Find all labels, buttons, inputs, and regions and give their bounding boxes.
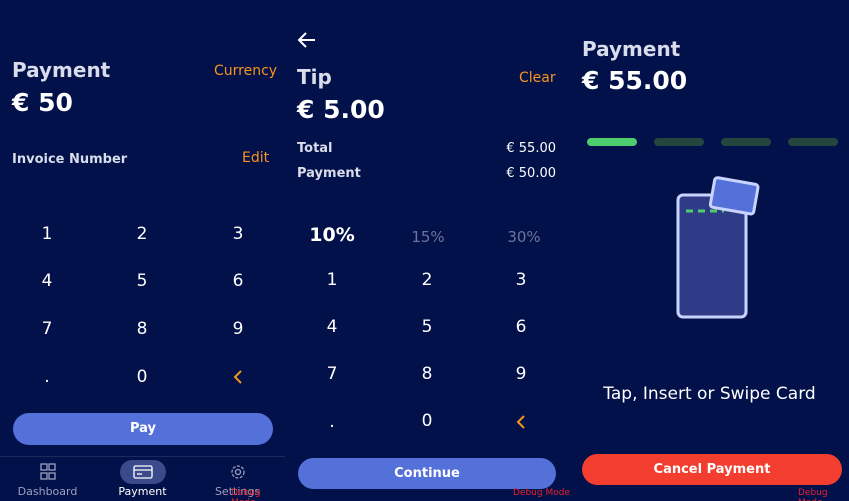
page-title: Payment bbox=[12, 58, 111, 82]
tip-option-30[interactable]: 30% bbox=[484, 228, 564, 246]
currency-link[interactable]: Currency bbox=[214, 63, 277, 79]
total-value: € 55.00 bbox=[506, 141, 556, 156]
gear-icon bbox=[231, 465, 245, 479]
key-2[interactable]: 2 bbox=[112, 219, 172, 249]
payment-label: Payment bbox=[297, 166, 361, 181]
key-9[interactable]: 9 bbox=[208, 314, 268, 344]
tip-option-10[interactable]: 10% bbox=[292, 224, 372, 246]
backspace-icon[interactable] bbox=[491, 407, 551, 437]
key-decimal[interactable]: . bbox=[17, 362, 77, 392]
progress-step-2 bbox=[654, 138, 704, 146]
edit-link[interactable]: Edit bbox=[242, 150, 269, 166]
payment-screen: Payment Currency € 50 Invoice Number Edi… bbox=[0, 0, 285, 501]
tip-screen: Tip Clear € 5.00 Total € 55.00 Payment €… bbox=[285, 0, 570, 501]
nav-dashboard-label: Dashboard bbox=[17, 485, 78, 498]
key-0[interactable]: 0 bbox=[397, 406, 457, 436]
key-9[interactable]: 9 bbox=[491, 359, 551, 389]
key-4[interactable]: 4 bbox=[17, 266, 77, 296]
debug-mode-label: Debug Mode bbox=[798, 488, 828, 501]
key-6[interactable]: 6 bbox=[491, 312, 551, 342]
key-7[interactable]: 7 bbox=[302, 359, 362, 389]
clear-link[interactable]: Clear bbox=[519, 70, 556, 86]
page-title: Tip bbox=[297, 65, 332, 89]
card-instruction: Tap, Insert or Swipe Card bbox=[603, 384, 816, 404]
key-1[interactable]: 1 bbox=[302, 265, 362, 295]
key-6[interactable]: 6 bbox=[208, 266, 268, 296]
pay-button[interactable]: Pay bbox=[13, 413, 273, 445]
card-icon bbox=[133, 465, 153, 479]
grid-icon bbox=[40, 463, 56, 480]
arrow-left-icon[interactable] bbox=[297, 30, 317, 54]
total-label: Total bbox=[297, 141, 333, 156]
key-0[interactable]: 0 bbox=[112, 362, 172, 392]
debug-mode-label: Debug Mode bbox=[231, 488, 261, 501]
key-1[interactable]: 1 bbox=[17, 219, 77, 249]
invoice-number-label: Invoice Number bbox=[12, 152, 128, 167]
page-title: Payment bbox=[582, 37, 681, 61]
debug-mode-label: Debug Mode bbox=[513, 488, 570, 498]
card-tap-illustration-icon bbox=[676, 176, 760, 319]
nav-payment[interactable]: Payment bbox=[95, 457, 190, 501]
payment-amount: € 50 bbox=[12, 88, 73, 117]
progress-step-4 bbox=[788, 138, 838, 146]
backspace-icon[interactable] bbox=[208, 362, 268, 392]
key-2[interactable]: 2 bbox=[397, 265, 457, 295]
continue-button[interactable]: Continue bbox=[298, 458, 556, 489]
progress-step-3 bbox=[721, 138, 771, 146]
progress-step-1 bbox=[587, 138, 637, 146]
key-3[interactable]: 3 bbox=[208, 219, 268, 249]
nav-dashboard[interactable]: Dashboard bbox=[0, 457, 95, 501]
tip-option-15[interactable]: 15% bbox=[388, 228, 468, 246]
nav-payment-label: Payment bbox=[118, 485, 167, 498]
key-decimal[interactable]: . bbox=[302, 407, 362, 437]
cancel-payment-button[interactable]: Cancel Payment bbox=[582, 454, 842, 485]
payment-amount: € 55.00 bbox=[582, 66, 688, 95]
key-8[interactable]: 8 bbox=[112, 314, 172, 344]
key-3[interactable]: 3 bbox=[491, 265, 551, 295]
key-4[interactable]: 4 bbox=[302, 312, 362, 342]
key-5[interactable]: 5 bbox=[397, 312, 457, 342]
payment-value: € 50.00 bbox=[506, 166, 556, 181]
key-8[interactable]: 8 bbox=[397, 359, 457, 389]
key-7[interactable]: 7 bbox=[17, 314, 77, 344]
card-reader-screen: Payment € 55.00 Tap, Insert or Swipe Car… bbox=[570, 0, 849, 501]
tip-amount: € 5.00 bbox=[297, 95, 385, 124]
key-5[interactable]: 5 bbox=[112, 266, 172, 296]
